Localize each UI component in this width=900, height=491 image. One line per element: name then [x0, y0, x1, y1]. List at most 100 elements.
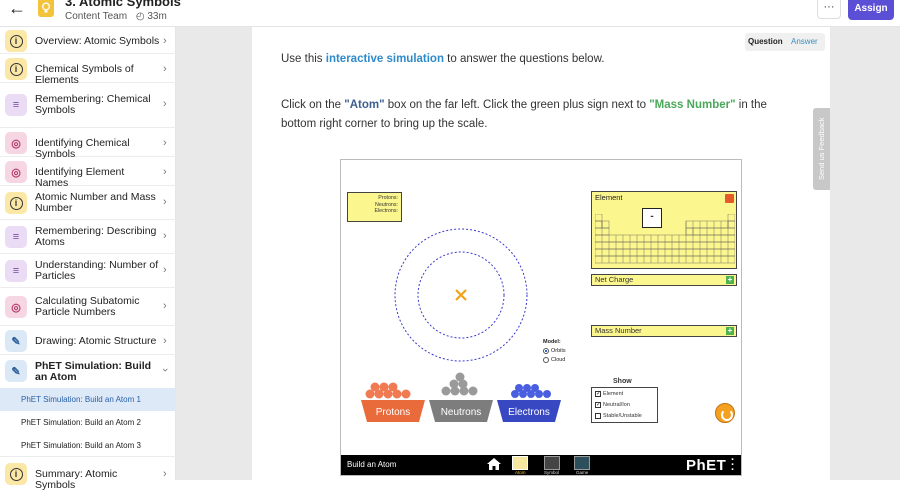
tab-question[interactable]: Question — [748, 33, 783, 51]
menu-dots-icon[interactable]: · · · — [731, 455, 735, 476]
lesson-title: 3. Atomic Symbols — [65, 0, 181, 9]
chevron-right-icon: › — [163, 300, 167, 312]
element-symbol: - — [642, 208, 662, 228]
element-title: Element — [595, 193, 623, 202]
net-charge-bar: Net Charge + — [591, 274, 737, 286]
info-icon: i — [5, 463, 27, 485]
sidebar-item-summary[interactable]: i Summary: Atomic Symbols › — [0, 463, 176, 491]
team-name: Content Team — [65, 11, 128, 22]
model-cloud-option[interactable]: Cloud — [543, 356, 566, 365]
radio-icon[interactable] — [543, 356, 549, 363]
electrons-label[interactable]: Electrons — [496, 407, 562, 418]
sidebar-item-label: Calculating Subatomic Particle Numbers — [35, 295, 140, 318]
sidebar-item-label: Summary: Atomic Symbols — [35, 468, 118, 491]
chevron-right-icon: › — [163, 196, 167, 208]
radio-selected-icon[interactable] — [543, 347, 549, 354]
periodic-table — [595, 214, 735, 264]
chevron-right-icon: › — [163, 335, 167, 347]
sidebar-item-label: Remembering: Describing Atoms — [35, 225, 157, 248]
more-options-button[interactable]: ··· — [817, 0, 841, 19]
show-stable-option[interactable]: Stable/Unstable — [595, 411, 642, 421]
checkbox-checked-icon[interactable]: ✓ — [595, 401, 601, 408]
checklist-icon: ≡ — [5, 226, 27, 248]
home-icon[interactable] — [487, 458, 501, 470]
phet-simulation[interactable]: Protons: Neutrons: Electrons: Protons Ne… — [340, 159, 742, 476]
neutrons-label[interactable]: Neutrons — [428, 407, 494, 418]
info-icon: i — [5, 58, 27, 80]
protons-label[interactable]: Protons — [360, 407, 426, 418]
back-arrow-icon[interactable]: ← — [8, 0, 28, 20]
chevron-right-icon: › — [163, 230, 167, 242]
info-icon: i — [5, 192, 27, 214]
show-element-label: Element — [603, 391, 624, 397]
screen-game-label: Game — [576, 470, 589, 475]
screen-game-button[interactable] — [574, 456, 590, 470]
sim-name: Build an Atom — [347, 460, 397, 469]
instruction-paragraph-2: Click on the "Atom" box on the far left.… — [281, 96, 781, 134]
chevron-right-icon: › — [163, 98, 167, 110]
text-segment: box on the far left. Click the green plu… — [384, 99, 650, 111]
cloud-label: Cloud — [551, 357, 566, 363]
sidebar-item-drawing[interactable]: ✎ Drawing: Atomic Structure › — [0, 326, 176, 355]
mass-number-highlight: "Mass Number" — [649, 99, 736, 111]
sidebar-item-number-particles[interactable]: ≡ Understanding: Number of Particles › — [0, 254, 176, 288]
text-segment: Use this — [281, 53, 326, 65]
checkbox-icon[interactable] — [595, 412, 601, 419]
nucleus-x-icon — [455, 289, 467, 301]
show-neutral-ion-option[interactable]: ✓ Neutral/Ion — [595, 400, 630, 410]
sidebar-item-describing-atoms[interactable]: ≡ Remembering: Describing Atoms › — [0, 220, 176, 254]
screen-symbol-button[interactable] — [544, 456, 560, 470]
top-bar: ← 3. Atomic Symbols Content Team ◴ 33m ·… — [0, 0, 900, 27]
chevron-down-icon: › — [158, 368, 171, 372]
sidebar-item-label: Understanding: Number of Particles — [35, 259, 159, 282]
orbits-label: Orbits — [551, 348, 566, 354]
show-stable-label: Stable/Unstable — [603, 413, 642, 419]
pencil-icon: ✎ — [5, 330, 27, 352]
sidebar-item-calculating[interactable]: ◎ Calculating Subatomic Particle Numbers… — [0, 288, 176, 326]
sidebar-item-identifying-names[interactable]: ◎ Identifying Element Names › — [0, 157, 176, 189]
lightbulb-icon — [38, 0, 54, 17]
sidebar-item-label: PhET Simulation: Build an Atom — [35, 360, 152, 383]
screen-atom-label: Atom — [515, 470, 526, 475]
sidebar-item-atomic-number[interactable]: i Atomic Number and Mass Number › — [0, 186, 176, 220]
feedback-tab[interactable]: Send us Feedback — [813, 108, 830, 190]
sidebar-item-overview[interactable]: i Overview: Atomic Symbols › — [0, 27, 176, 54]
target-icon: ◎ — [5, 296, 27, 318]
sidebar-item-remembering-chemical[interactable]: ≡ Remembering: Chemical Symbols › — [0, 83, 176, 128]
sub-item-build-atom-3[interactable]: PhET Simulation: Build an Atom 3 — [0, 434, 176, 457]
sidebar-item-phet[interactable]: ✎ PhET Simulation: Build an Atom › — [0, 355, 176, 388]
sub-item-build-atom-2[interactable]: PhET Simulation: Build an Atom 2 — [0, 411, 176, 434]
sidebar: i Overview: Atomic Symbols › i Chemical … — [0, 27, 176, 491]
net-charge-expand-button[interactable]: + — [726, 276, 734, 284]
show-element-option[interactable]: ✓ Element — [595, 389, 623, 399]
chevron-right-icon: › — [163, 63, 167, 75]
chevron-right-icon: › — [163, 166, 167, 178]
element-panel: Element - — [591, 191, 737, 269]
tab-answer[interactable]: Answer — [791, 33, 818, 51]
clock-icon: ◴ — [135, 11, 145, 22]
text-segment: Click on the — [281, 99, 345, 111]
question-answer-toggle[interactable]: Question Answer — [745, 33, 825, 51]
target-icon: ◎ — [5, 132, 27, 154]
chevron-right-icon: › — [163, 468, 167, 480]
checklist-icon: ≡ — [5, 260, 27, 282]
sidebar-item-chemical-symbols[interactable]: i Chemical Symbols of Elements › — [0, 54, 176, 86]
collapse-button[interactable] — [725, 194, 734, 203]
pencil-icon: ✎ — [5, 360, 27, 382]
assign-button[interactable]: Assign — [848, 0, 894, 20]
mass-number-bar: Mass Number + — [591, 325, 737, 337]
screen-atom-button[interactable] — [512, 456, 528, 470]
simulation-link[interactable]: interactive simulation — [326, 53, 444, 65]
show-options: ✓ Element ✓ Neutral/Ion Stable/Unstable — [591, 387, 658, 423]
checklist-icon: ≡ — [5, 94, 27, 116]
screen-symbol-label: Symbol — [544, 470, 560, 475]
sidebar-item-identifying-symbols[interactable]: ◎ Identifying Chemical Symbols › — [0, 128, 176, 160]
model-orbits-option[interactable]: Orbits — [543, 347, 566, 356]
sidebar-item-label: Remembering: Chemical Symbols — [35, 93, 151, 116]
mass-number-expand-button[interactable]: + — [726, 327, 734, 335]
sub-item-build-atom-1[interactable]: PhET Simulation: Build an Atom 1 — [0, 388, 176, 411]
chevron-right-icon: › — [163, 35, 167, 47]
sim-footer: Build an Atom Atom Symbol Game PhET · · · — [341, 455, 741, 476]
reset-icon[interactable] — [715, 403, 735, 423]
checkbox-checked-icon[interactable]: ✓ — [595, 390, 601, 397]
